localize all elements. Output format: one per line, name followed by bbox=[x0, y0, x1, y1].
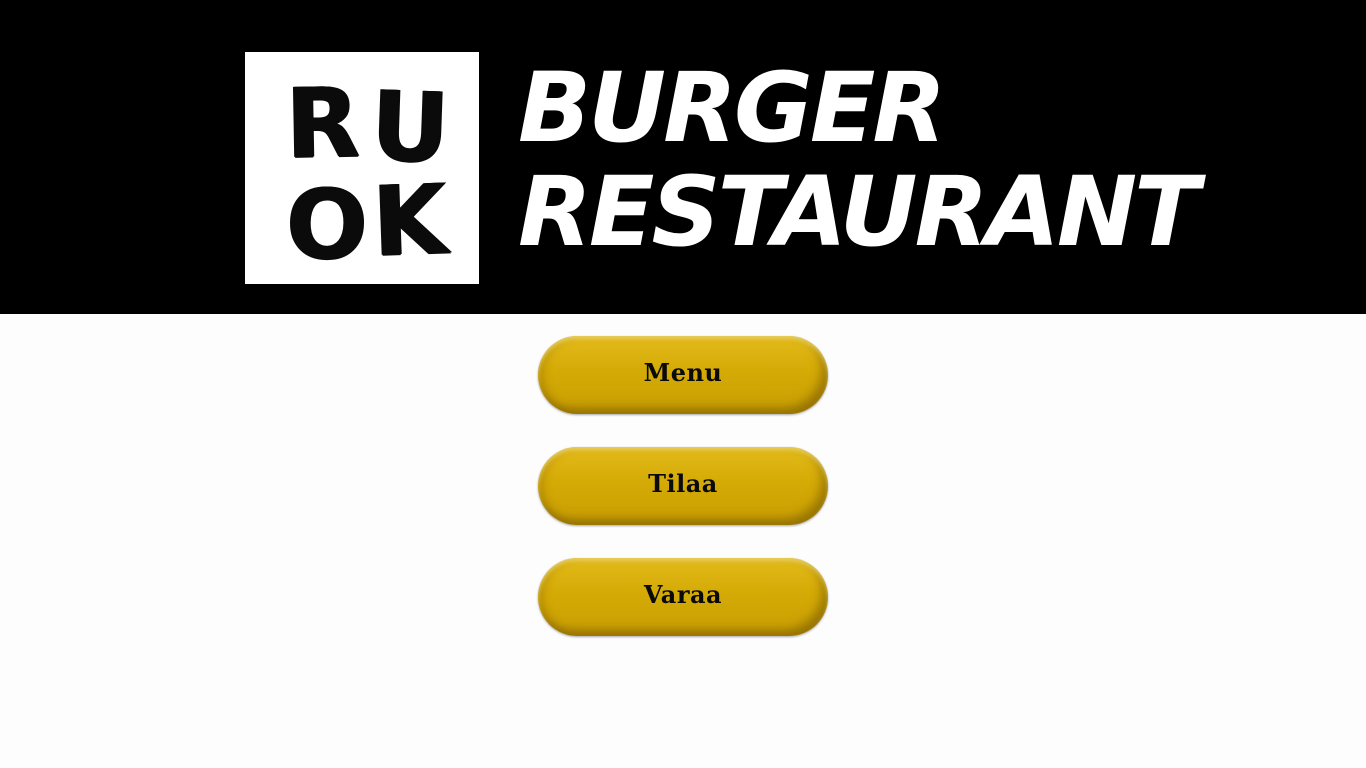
order-button-label: Tilaa bbox=[648, 468, 718, 498]
reserve-button-label: Varaa bbox=[643, 579, 723, 609]
brand-title-line-1: BURGER bbox=[518, 52, 946, 164]
logo-letter-o: O bbox=[285, 168, 369, 282]
brand-title-line-2: RESTAURANT bbox=[518, 156, 1200, 268]
menu-button[interactable]: Menu bbox=[538, 336, 828, 414]
ruok-logo[interactable]: R U O K bbox=[245, 52, 479, 284]
logo-letter-r: R bbox=[284, 66, 361, 180]
logo-letter-u: U bbox=[369, 70, 452, 185]
order-button[interactable]: Tilaa bbox=[538, 447, 828, 525]
menu-button-label: Menu bbox=[643, 357, 723, 387]
main-content: Menu Tilaa Varaa bbox=[0, 314, 1366, 768]
logo-letter-k: K bbox=[370, 163, 449, 278]
site-header: R U O K BURGER RESTAURANT bbox=[0, 0, 1366, 314]
reserve-button[interactable]: Varaa bbox=[538, 558, 828, 636]
